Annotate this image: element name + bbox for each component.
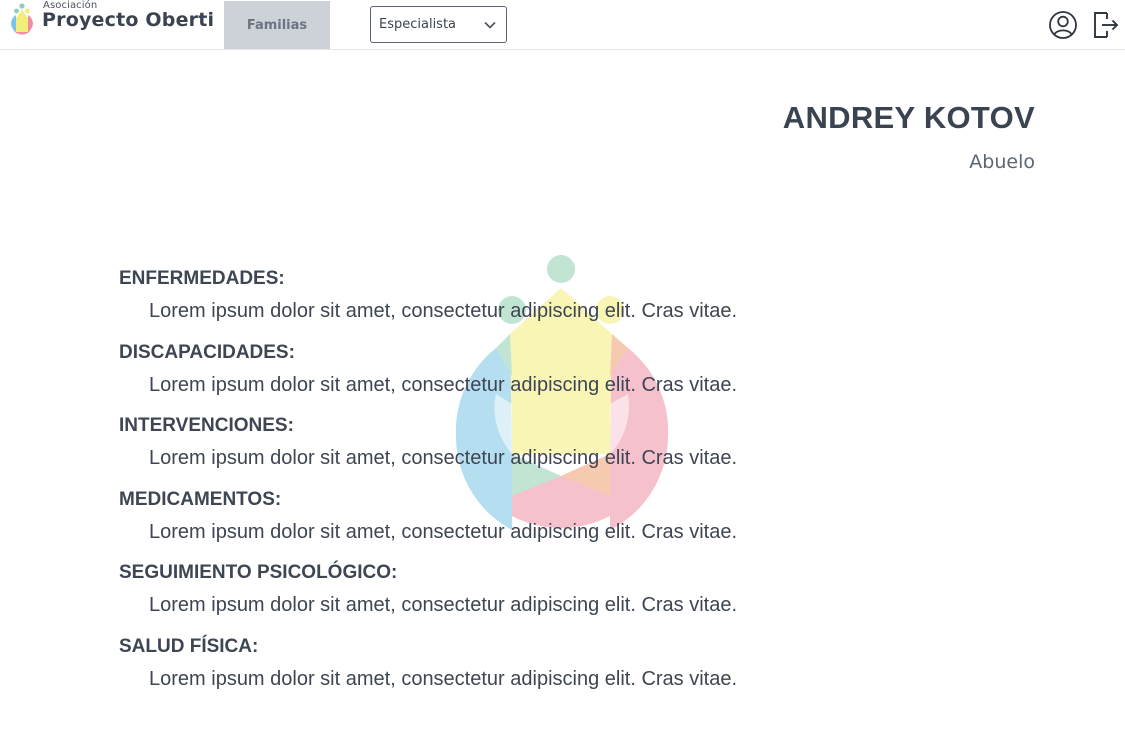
section-discapacidades: DISCAPACIDADES: Lorem ipsum dolor sit am… bbox=[119, 340, 819, 414]
person-name: ANDREY KOTOV bbox=[782, 100, 1035, 135]
section-label: MEDICAMENTOS: bbox=[119, 488, 282, 510]
section-label: ENFERMEDADES: bbox=[119, 268, 285, 289]
section-enfermedades: ENFERMEDADES: Lorem ipsum dolor sit amet… bbox=[119, 266, 819, 340]
health-details: ENFERMEDADES: Lorem ipsum dolor sit amet… bbox=[119, 266, 819, 708]
nav-tab-familias[interactable]: Familias bbox=[224, 1, 330, 49]
section-text: Lorem ipsum dolor sit amet, consectetur … bbox=[149, 373, 738, 396]
section-salud-fisica: SALUD FÍSICA: Lorem ipsum dolor sit amet… bbox=[119, 634, 819, 708]
section-seguimiento-psicologico: SEGUIMIENTO PSICOLÓGICO: Lorem ipsum dol… bbox=[119, 560, 819, 634]
brand-logo-icon bbox=[11, 3, 33, 35]
logout-icon[interactable] bbox=[1091, 10, 1121, 40]
section-text: Lorem ipsum dolor sit amet, consectetur … bbox=[149, 300, 738, 322]
section-text: Lorem ipsum dolor sit amet, consectetur … bbox=[149, 447, 738, 470]
section-intervenciones: INTERVENCIONES: Lorem ipsum dolor sit am… bbox=[119, 413, 819, 487]
section-label: DISCAPACIDADES: bbox=[119, 341, 295, 363]
section-text: Lorem ipsum dolor sit amet, consectetur … bbox=[149, 520, 738, 543]
section-text: Lorem ipsum dolor sit amet, consectetur … bbox=[149, 667, 738, 690]
section-text: Lorem ipsum dolor sit amet, consectetur … bbox=[149, 594, 738, 617]
person-relation: Abuelo bbox=[969, 151, 1035, 173]
chevron-down-icon bbox=[484, 21, 496, 29]
section-medicamentos: MEDICAMENTOS: Lorem ipsum dolor sit amet… bbox=[119, 487, 819, 561]
brand-title: Proyecto Oberti bbox=[42, 9, 215, 31]
section-label: INTERVENCIONES: bbox=[119, 415, 294, 437]
section-label: SEGUIMIENTO PSICOLÓGICO: bbox=[119, 562, 398, 584]
brand-logo[interactable]: Asociación Proyecto Oberti bbox=[8, 0, 214, 48]
user-circle-icon[interactable] bbox=[1048, 10, 1078, 40]
role-select-value: Especialista bbox=[379, 17, 457, 32]
top-navbar: Asociación Proyecto Oberti Familias Espe… bbox=[0, 0, 1125, 50]
role-select[interactable]: Especialista bbox=[370, 6, 507, 43]
section-label: SALUD FÍSICA: bbox=[119, 635, 259, 657]
